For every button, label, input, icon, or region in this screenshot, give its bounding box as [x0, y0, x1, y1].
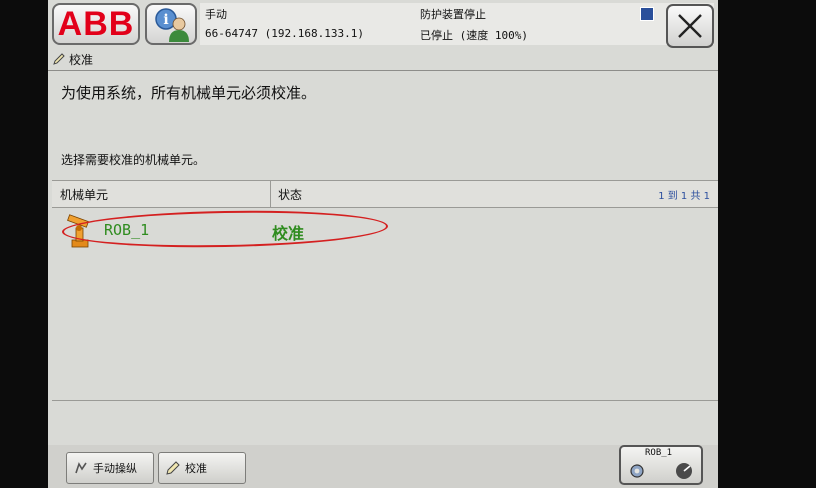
svg-text:i: i [163, 12, 168, 28]
calibration-status: 校准 [272, 224, 305, 243]
user-info-icon: i [155, 8, 189, 42]
window-icon[interactable] [640, 7, 654, 21]
task-label-jogging: 手动操纵 [93, 462, 137, 475]
user-button[interactable]: i [145, 3, 197, 45]
select-instruction: 选择需要校准的机械单元。 [61, 153, 206, 167]
calibration-message: 为使用系统，所有机械单元必须校准。 [61, 84, 317, 102]
status-bar[interactable]: 手动 66-64747 (192.168.133.1) 防护装置停止 已停止 (… [200, 3, 714, 45]
task-jogging[interactable]: 手动操纵 [66, 452, 154, 484]
quickset-unit-label: ROB_1 [645, 448, 673, 458]
abb-logo: ABB [57, 4, 135, 43]
close-icon [678, 14, 702, 38]
table-header: 机械单元 状态 1 到 1 共 1 [52, 180, 718, 208]
task-label-calibration: 校准 [185, 462, 207, 475]
mechanical-unit-name: ROB_1 [104, 221, 150, 239]
safety-state: 防护装置停止 [420, 8, 486, 21]
quickset-speed-icon [676, 463, 692, 479]
breadcrumb: 校准 [48, 48, 718, 71]
jogging-icon [75, 462, 87, 474]
table-row[interactable]: ROB_1 校准 [52, 210, 718, 250]
breadcrumb-title: 校准 [69, 52, 94, 67]
flexpendant-screen: ABB i 手动 66-64747 (192.168.133.1) 防护装置停止… [48, 0, 718, 488]
run-state: 已停止 (速度 100%) [420, 29, 528, 42]
quickset-gear-icon [630, 464, 644, 478]
robot-arm-icon [67, 214, 89, 248]
close-button[interactable] [666, 4, 714, 48]
operating-mode: 手动 [205, 8, 227, 21]
column-header-status[interactable]: 状态 [278, 186, 302, 203]
list-divider [52, 400, 718, 401]
quickset-button[interactable]: ROB_1 [619, 445, 703, 485]
pagination-info: 1 到 1 共 1 [658, 191, 710, 202]
column-header-unit[interactable]: 机械单元 [60, 186, 108, 203]
column-divider [270, 181, 271, 207]
task-calibration[interactable]: 校准 [158, 452, 246, 484]
abb-menu-button[interactable]: ABB [52, 3, 140, 45]
calibration-pencil-icon [166, 461, 180, 475]
taskbar: 手动操纵 校准 [48, 445, 718, 488]
controller-name: 66-64747 (192.168.133.1) [205, 27, 364, 40]
calibration-pencil-icon [53, 53, 65, 65]
